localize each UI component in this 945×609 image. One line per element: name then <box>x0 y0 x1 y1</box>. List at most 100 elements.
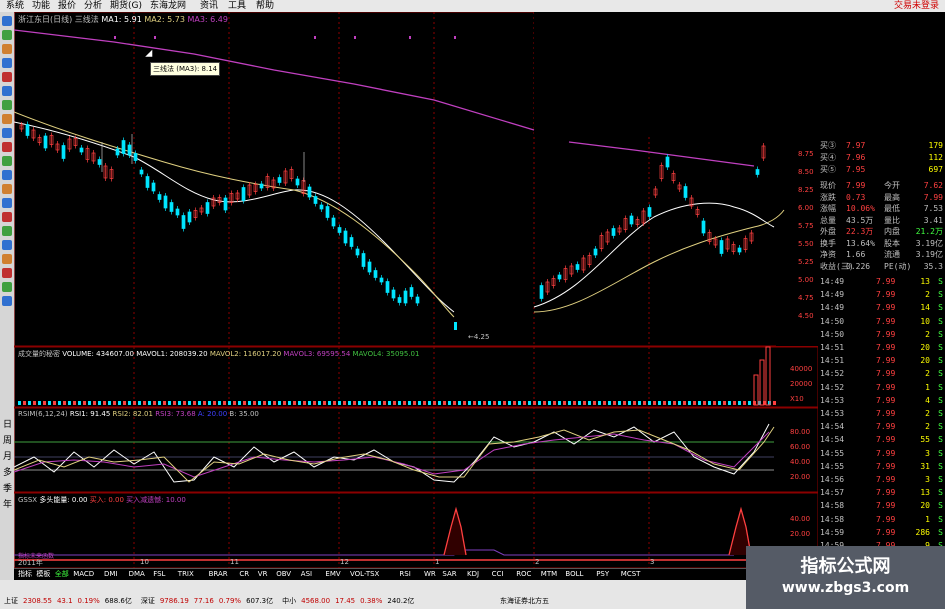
ticker-item[interactable]: 中小 4568.00 17.45 0.38% 240.2亿 <box>282 597 419 605</box>
tick-row: 14:49 7.99 2 S <box>818 289 945 301</box>
candle <box>397 297 402 303</box>
period-week[interactable]: 周 <box>2 433 13 446</box>
indicator-tab[interactable]: MTM <box>541 569 557 580</box>
zoom-out-icon[interactable] <box>2 170 12 180</box>
indicator-tab[interactable]: VOL-TSX <box>350 569 379 580</box>
indicator-tab[interactable]: 模板 <box>36 569 50 580</box>
volume-bar <box>538 401 541 405</box>
indicator-tab[interactable]: ROC <box>516 569 531 580</box>
menu-help[interactable]: 帮助 <box>256 0 274 12</box>
chart-area[interactable] <box>14 12 818 568</box>
down-arrow-icon[interactable] <box>2 282 12 292</box>
volume-bar <box>773 401 776 405</box>
indicator-tab[interactable]: PSY <box>596 569 609 580</box>
indicator-tab[interactable]: ASI <box>301 569 312 580</box>
ma2-value: MA2: 5.73 <box>144 15 185 24</box>
arrow-icon[interactable] <box>2 16 12 26</box>
f10-icon[interactable] <box>2 114 12 124</box>
indicator-tab[interactable]: BOLL <box>565 569 583 580</box>
period-day[interactable]: 日 <box>2 417 13 430</box>
rsi-icon[interactable] <box>2 212 12 222</box>
indicator-tab[interactable]: BRAR <box>209 569 228 580</box>
menu-quote[interactable]: 报价 <box>58 0 76 12</box>
menu-tools[interactable]: 工具 <box>228 0 246 12</box>
gssx-spike-1 <box>443 506 467 556</box>
menu-donghai[interactable]: 东海龙网 <box>150 0 186 12</box>
volume-bar <box>653 401 656 405</box>
order-row[interactable]: 买③ 7.97 179 <box>818 140 945 152</box>
ticker-item[interactable]: 深证 9786.19 77.16 0.79% 607.3亿 <box>141 597 278 605</box>
volume-bar <box>58 401 61 405</box>
order-row[interactable]: 买⑤ 7.95 697 <box>818 164 945 176</box>
login-status[interactable]: 交易未登录 <box>894 0 939 12</box>
settings-icon[interactable] <box>2 296 12 306</box>
tick-price: 7.99 <box>876 488 896 498</box>
menu-system[interactable]: 系统 <box>6 0 24 12</box>
grid-icon[interactable] <box>2 44 12 54</box>
candle <box>665 156 670 168</box>
tick-side: S <box>938 488 943 498</box>
zoom-in-icon[interactable] <box>2 156 12 166</box>
gssx-buy2: 买入减遗憾: 10.00 <box>126 496 186 504</box>
indicator-tab[interactable]: MCST <box>621 569 641 580</box>
indicator-tab[interactable]: CR <box>239 569 249 580</box>
period-multi[interactable]: 多 <box>2 465 13 478</box>
order-row[interactable]: 买④ 7.96 112 <box>818 152 945 164</box>
indicator-tab[interactable]: MACD <box>73 569 94 580</box>
volume-bar <box>518 401 521 405</box>
candle <box>343 230 348 244</box>
vol-icon[interactable] <box>2 254 12 264</box>
search-icon[interactable] <box>2 128 12 138</box>
macd-icon[interactable] <box>2 226 12 236</box>
menu-function[interactable]: 功能 <box>32 0 50 12</box>
tick-volume: 20 <box>920 343 930 352</box>
indicator-tab[interactable]: FSL <box>153 569 165 580</box>
info-icon[interactable] <box>2 86 12 96</box>
indicator-tab[interactable]: EMV <box>325 569 340 580</box>
period-month[interactable]: 月 <box>2 449 13 462</box>
period-year[interactable]: 年 <box>2 497 13 510</box>
tick-row: 14:54 7.99 2 S <box>818 421 945 433</box>
ticker-item[interactable]: 上证 2308.55 43.1 0.19% 688.6亿 <box>4 597 137 605</box>
volume-bar <box>153 401 156 405</box>
stat-row: 总量 43.5万 量比 3.41 <box>818 215 945 227</box>
stat-key: 总量 <box>820 215 836 225</box>
tick-time: 14:52 <box>820 369 845 379</box>
tick-row: 14:59 7.99 286 S <box>818 527 945 539</box>
draw-icon[interactable] <box>2 142 12 152</box>
indicator-tab[interactable]: RSI <box>399 569 410 580</box>
indicator-tab[interactable]: KDJ <box>467 569 479 580</box>
stat-key: 涨跌 <box>820 192 836 202</box>
volume-yaxis: 40000 20000 X10 <box>790 362 812 407</box>
indicator-tab[interactable]: TRIX <box>178 569 194 580</box>
indicator-tab[interactable]: DMI <box>104 569 118 580</box>
indicator-tab[interactable]: VR <box>258 569 268 580</box>
indicator-tab[interactable]: WR <box>424 569 436 580</box>
list-icon[interactable] <box>2 58 12 68</box>
stock-icon[interactable] <box>2 72 12 82</box>
volume-bar <box>238 401 241 405</box>
up-arrow-icon[interactable] <box>2 268 12 278</box>
menu-futures[interactable]: 期货(G) <box>110 0 142 12</box>
indicator-tab[interactable]: 指标 <box>18 569 32 580</box>
indicator-tab[interactable]: CCI <box>492 569 504 580</box>
gssx-desc: 多头能量: 0.00 <box>39 496 88 504</box>
rsi-panel-frame <box>14 407 818 493</box>
refresh-icon[interactable] <box>2 100 12 110</box>
cross-icon[interactable] <box>2 198 12 208</box>
menu-news[interactable]: 资讯 <box>200 0 218 12</box>
menu-analysis[interactable]: 分析 <box>84 0 102 12</box>
tick-side: S <box>938 409 943 418</box>
indicator-tab[interactable]: SAR <box>442 569 456 580</box>
volume-bar <box>543 401 546 405</box>
indicator-tab[interactable]: DMA <box>129 569 145 580</box>
tick-price: 7.99 <box>876 501 896 511</box>
indicator-tab[interactable]: OBV <box>276 569 291 580</box>
indicator-tab[interactable]: 全部 <box>55 569 69 580</box>
period-quarter[interactable]: 季 <box>2 481 13 494</box>
kdj-icon[interactable] <box>2 240 12 250</box>
indicator-icon[interactable] <box>2 184 12 194</box>
chart-icon[interactable] <box>2 30 12 40</box>
tick-volume: 2 <box>925 290 930 300</box>
candle <box>337 227 342 233</box>
